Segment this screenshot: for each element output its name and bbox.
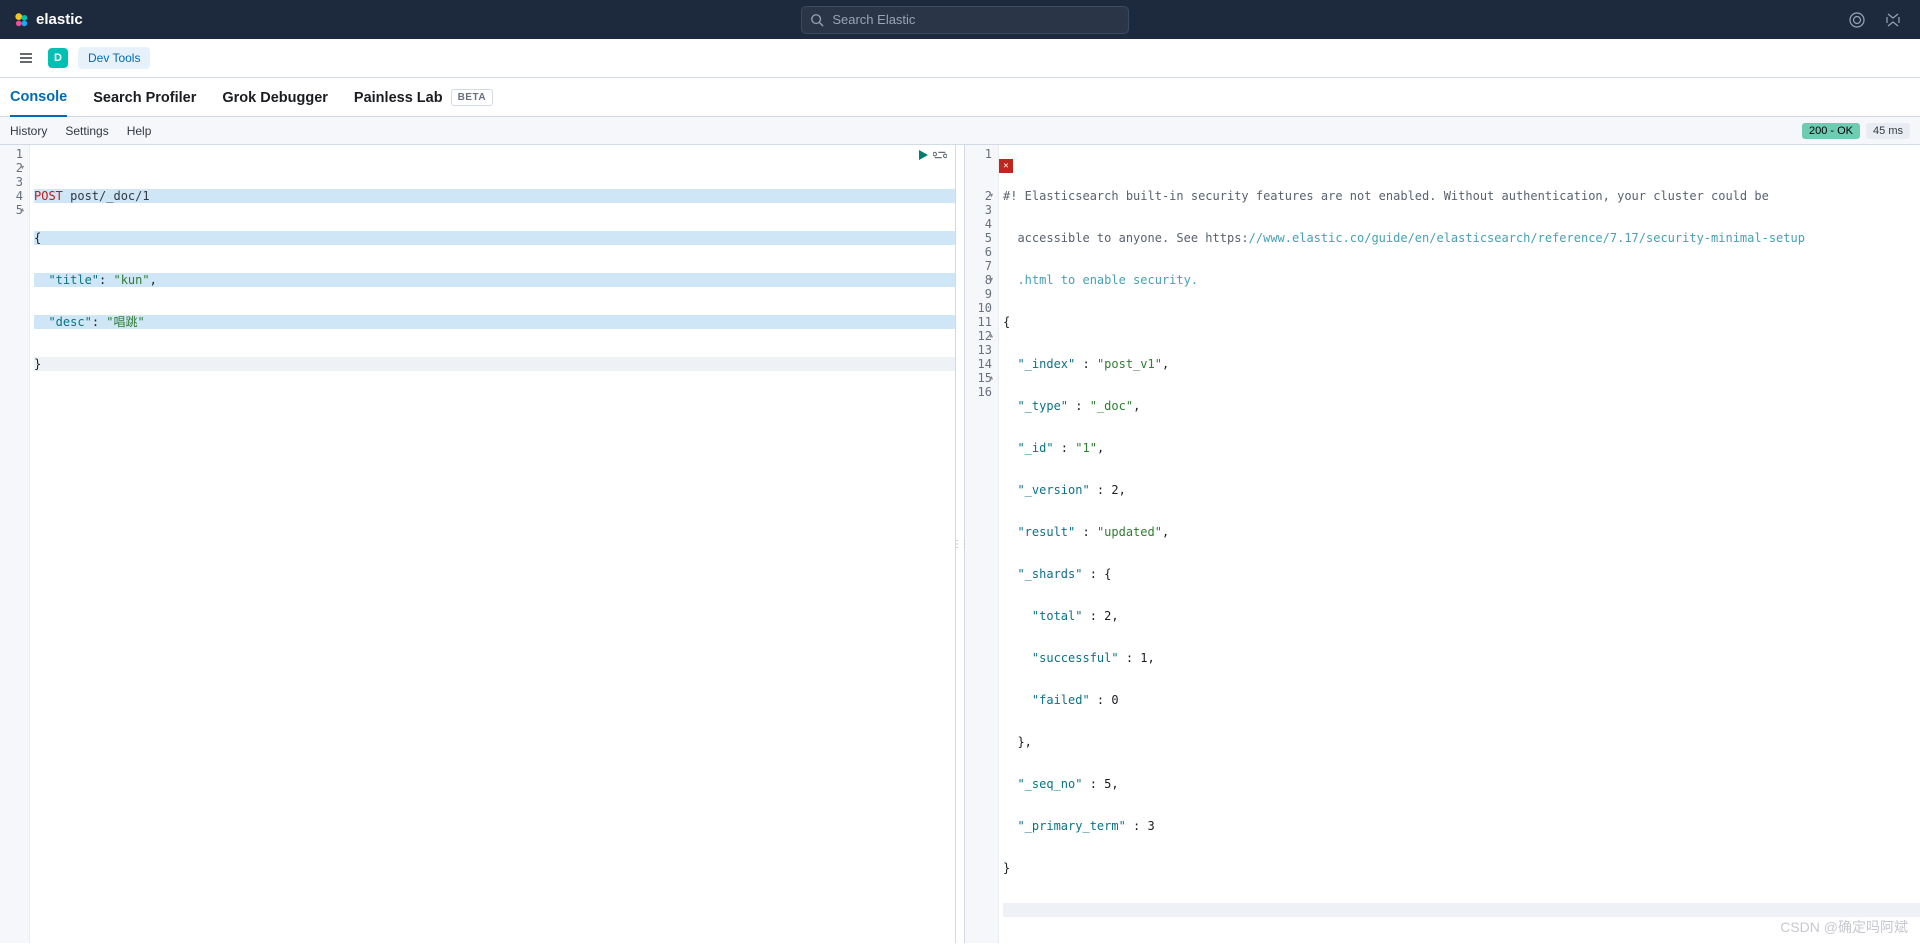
- status-area: 200 - OK 45 ms: [1802, 123, 1910, 139]
- console-toolbar: History Settings Help 200 - OK 45 ms: [0, 117, 1920, 145]
- send-request-button[interactable]: [917, 149, 929, 164]
- editor-container: 1 2▾ 3 4 5▴ POST post/_doc/1 { "title": …: [0, 145, 1920, 943]
- tab-console[interactable]: Console: [10, 78, 67, 117]
- status-badge: 200 - OK: [1802, 123, 1860, 139]
- space-selector[interactable]: D: [48, 48, 68, 68]
- search-placeholder: Search Elastic: [832, 12, 915, 27]
- tab-grok-debugger[interactable]: Grok Debugger: [222, 78, 328, 116]
- global-search-input[interactable]: Search Elastic: [801, 6, 1129, 34]
- nav-toggle-button[interactable]: [14, 46, 38, 70]
- devtools-tabs: Console Search Profiler Grok Debugger Pa…: [0, 78, 1920, 117]
- search-icon: [810, 13, 824, 27]
- error-marker-icon: ✕: [999, 159, 1013, 173]
- newsfeed-icon[interactable]: [1884, 11, 1902, 29]
- pane-splitter[interactable]: ⋮⋮: [955, 145, 965, 943]
- toolbar-links: History Settings Help: [10, 124, 151, 138]
- response-code[interactable]: ✕ #! Elasticsearch built-in security fea…: [999, 145, 1920, 943]
- header-actions: [1848, 11, 1908, 29]
- elastic-logo-icon: [12, 11, 30, 29]
- history-link[interactable]: History: [10, 124, 47, 138]
- tab-search-profiler[interactable]: Search Profiler: [93, 78, 196, 116]
- help-link[interactable]: Help: [127, 124, 152, 138]
- search-container: Search Elastic: [83, 6, 1848, 34]
- help-icon[interactable]: [1848, 11, 1866, 29]
- timing-badge: 45 ms: [1866, 123, 1910, 139]
- breadcrumb-bar: D Dev Tools: [0, 39, 1920, 78]
- response-pane[interactable]: 1 2▾ 3 4 5 6 7 8▾ 9 10 11 12▴ 13 14 15▴ …: [965, 145, 1920, 943]
- request-code[interactable]: POST post/_doc/1 { "title": "kun", "desc…: [30, 145, 955, 943]
- tab-painless-label: Painless Lab: [354, 90, 443, 106]
- global-header: elastic Search Elastic: [0, 0, 1920, 39]
- request-pane[interactable]: 1 2▾ 3 4 5▴ POST post/_doc/1 { "title": …: [0, 145, 955, 943]
- tab-painless-lab[interactable]: Painless Lab BETA: [354, 78, 493, 116]
- beta-badge: BETA: [451, 89, 493, 106]
- brand-text: elastic: [36, 11, 83, 28]
- request-options-button[interactable]: [933, 149, 947, 164]
- request-actions: [917, 149, 947, 164]
- settings-link[interactable]: Settings: [65, 124, 108, 138]
- menu-icon: [18, 50, 34, 66]
- elastic-logo[interactable]: elastic: [12, 11, 83, 29]
- breadcrumb-devtools[interactable]: Dev Tools: [78, 47, 150, 69]
- request-gutter: 1 2▾ 3 4 5▴: [0, 145, 30, 943]
- response-gutter: 1 2▾ 3 4 5 6 7 8▾ 9 10 11 12▴ 13 14 15▴ …: [965, 145, 999, 943]
